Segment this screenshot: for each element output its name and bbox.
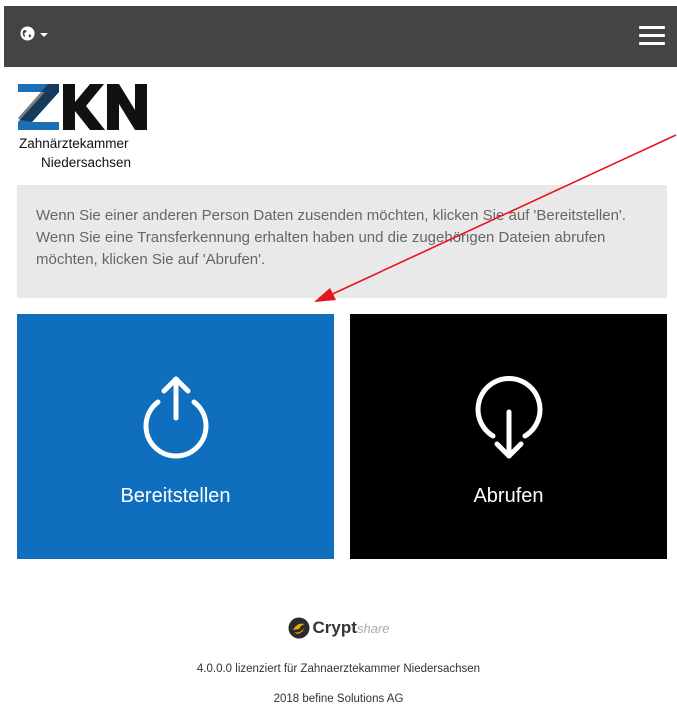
copyright-text: 2018 befine Solutions AG (273, 693, 404, 705)
cryptshare-logo-icon (288, 617, 310, 639)
cryptshare-logo: Cryptshare (0, 617, 677, 639)
license-text: 4.0.0.0 lizenziert für Zahnaerztekammer … (196, 663, 481, 675)
cryptshare-brand: Cryptshare (312, 618, 390, 637)
annotation-arrow (314, 134, 677, 302)
